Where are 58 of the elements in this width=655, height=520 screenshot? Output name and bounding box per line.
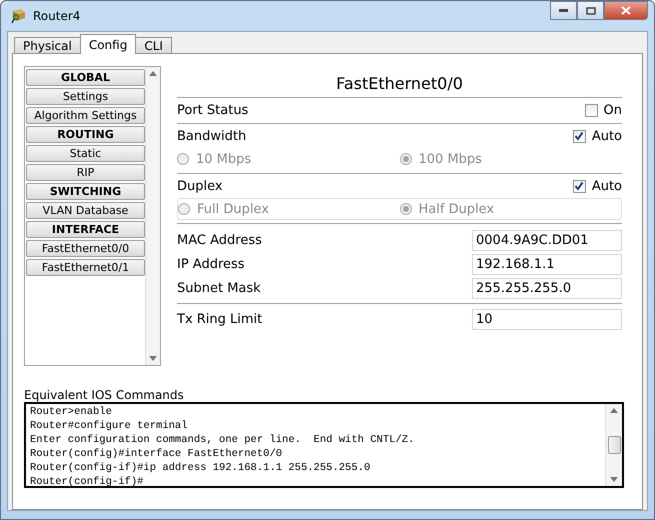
close-icon (621, 6, 631, 15)
tab[interactable]: CLI (135, 37, 172, 54)
checkbox-label: On (604, 103, 622, 118)
checkbox[interactable] (572, 130, 586, 142)
radio-label: 10 Mbps (196, 152, 252, 166)
close-button[interactable] (604, 1, 648, 20)
sidebar-item[interactable]: Static (26, 145, 145, 162)
input-field[interactable]: 192.168.1.1 (472, 254, 622, 274)
scrollbar[interactable] (605, 404, 622, 486)
radio-label: Full Duplex (197, 202, 269, 216)
console-line: Router(config-if)#ip address 192.168.1.1 255.255.255.0 (30, 461, 372, 475)
checkbox-label: Auto (592, 128, 622, 144)
panel-title: FastEthernet0/0 (177, 74, 622, 98)
sidebar-header[interactable]: GLOBAL (26, 69, 145, 86)
sidebar-header[interactable]: SWITCHING (26, 183, 145, 200)
sidebar-header[interactable]: ROUTING (26, 126, 145, 143)
field-label: MAC Address (177, 232, 262, 248)
maximize-button[interactable] (577, 1, 604, 20)
sidebar-header[interactable]: INTERFACE (26, 221, 145, 238)
scroll-down-icon[interactable] (149, 356, 157, 361)
field-label: IP Address (177, 256, 245, 272)
field-label: Tx Ring Limit (177, 312, 262, 326)
sidebar-item[interactable]: Algorithm Settings (26, 107, 145, 124)
checkbox[interactable] (584, 104, 598, 117)
checkbox-label: Auto (592, 178, 622, 194)
field-label: Port Status (177, 103, 248, 118)
minimize-button[interactable] (550, 1, 577, 20)
sidebar-item[interactable]: Settings (26, 88, 145, 105)
scroll-thumb[interactable] (608, 436, 620, 454)
radio-label: 100 Mbps (418, 152, 482, 166)
scroll-up-icon[interactable] (610, 408, 618, 413)
radio-label: Half Duplex (418, 202, 494, 216)
section-label: Equivalent IOS Commands (24, 388, 185, 402)
checkbox[interactable] (572, 180, 586, 192)
field-label: Bandwidth (177, 128, 246, 144)
field-label: Subnet Mask (177, 280, 261, 296)
maximize-icon (586, 6, 596, 14)
console-line: Router(config-if)# (30, 475, 144, 489)
console-line: Enter configuration commands, one per line. End with CNTL/Z. (30, 433, 416, 447)
input-field[interactable]: 0004.9A9C.DD01 (472, 230, 622, 250)
console-line: Router>enable (30, 405, 113, 419)
sidebar-item[interactable]: FastEthernet0/0 (26, 240, 145, 257)
scrollbar[interactable] (145, 67, 160, 365)
input-field[interactable]: 255.255.255.0 (472, 278, 622, 298)
window-title: Router4 (33, 9, 82, 23)
sidebar-item[interactable]: RIP (26, 164, 145, 181)
minimize-icon (559, 9, 568, 12)
router-icon (11, 8, 27, 24)
console-line: Router(config)#interface FastEthernet0/0 (30, 447, 284, 461)
sidebar-item[interactable]: FastEthernet0/1 (26, 259, 145, 276)
console-line: Router#configure terminal (30, 419, 189, 433)
scroll-down-icon[interactable] (610, 477, 618, 482)
sidebar-item[interactable]: VLAN Database (26, 202, 145, 219)
tab[interactable]: Config (80, 34, 136, 54)
field-label: Duplex (177, 178, 223, 194)
tab[interactable]: Physical (14, 37, 81, 54)
scroll-up-icon[interactable] (149, 71, 157, 76)
input-field[interactable]: 10 (472, 308, 622, 330)
